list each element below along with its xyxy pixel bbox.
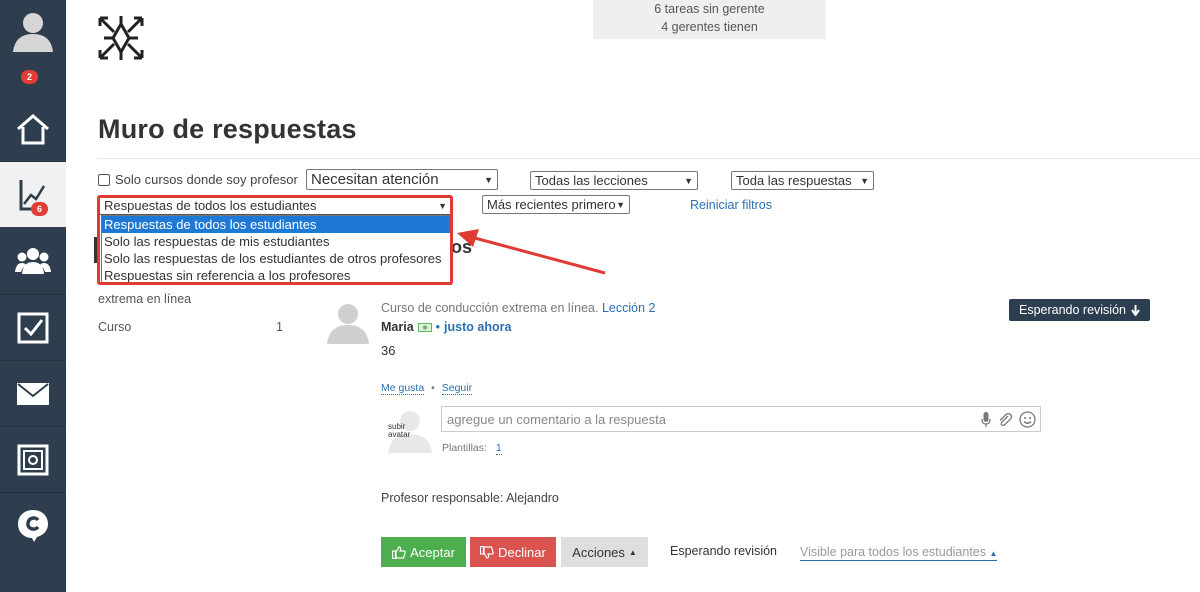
sidebar-item-profile[interactable] [0,0,66,60]
caret-up-icon: ▲ [989,549,998,558]
order-select[interactable]: Más recientes primero ▼ [482,195,630,214]
course-count: 1 [276,320,283,334]
only-my-courses-checkbox[interactable] [98,173,110,186]
students-select[interactable]: Respuestas de todos los estudiantes ▼ [99,196,452,215]
dropdown-option[interactable]: Solo las respuestas de los estudiantes d… [102,250,451,267]
follow-link[interactable]: Seguir [441,382,473,395]
stats-badge: 6 [31,202,49,216]
only-my-courses-filter[interactable]: Solo cursos donde soy profesor [98,172,298,187]
checkbox-icon [17,312,49,343]
section-marker [94,237,100,263]
chat-c-icon [18,509,48,542]
responses-select[interactable]: Toda las respuestas ▼ [731,171,874,190]
templates-label: Plantillas: [442,442,487,454]
sidebar-item-stats[interactable] [0,162,66,227]
manager-stats: 6 tareas sin gerente 4 gerentes tienen [593,0,826,39]
home-icon [17,114,49,145]
arrow-down-icon [1131,304,1140,316]
visibility-selector[interactable]: Visible para todos los estudiantes ▲ [800,545,998,561]
chevron-down-icon: ▼ [616,199,625,210]
safe-icon [17,444,49,475]
logo-icon [98,16,144,60]
users-group-icon [15,247,51,274]
visibility-label: Visible para todos los estudiantes [800,545,986,559]
chevron-down-icon: ▼ [438,200,447,211]
post-time-link[interactable]: justo ahora [444,320,511,334]
course-label: Curso [98,320,132,334]
accept-label: Aceptar [410,544,455,560]
money-icon [417,322,432,332]
sidebar-item-home[interactable] [0,97,66,161]
lesson-link[interactable]: Lección 2 [602,301,656,315]
user-icon [327,304,369,344]
course-line: extrema en línea [98,292,192,306]
comment-input[interactable]: agregue un comentario a la respuesta [441,406,1041,432]
upload-avatar-label[interactable]: subir avatar [388,423,422,439]
user-icon [13,13,53,52]
reset-filters-link[interactable]: Reiniciar filtros [690,198,772,212]
comment-avatar[interactable]: subir avatar [385,407,435,453]
thumbs-up-icon [392,545,406,559]
chevron-down-icon: ▼ [684,175,693,186]
sidebar-item-users[interactable] [0,228,66,293]
actions-label: Acciones [572,544,625,560]
dropdown-option[interactable]: Solo las respuestas de mis estudiantes [102,233,451,250]
chevron-down-icon: ▼ [860,175,869,186]
comment-tools [981,411,1036,428]
post-social-actions: Me gusta • Seguir [381,382,473,395]
actions-button[interactable]: Acciones ▲ [561,537,648,567]
dropdown-option[interactable]: Respuestas de todos los estudiantes [102,216,451,233]
comment-placeholder: agregue un comentario a la respuesta [447,411,666,427]
post-author-line: Maria • justo ahora [381,320,512,334]
sidebar: 2 6 [0,0,66,592]
post-body: 36 [381,343,396,358]
sidebar-item-chat[interactable] [0,493,66,558]
thumbs-down-icon [480,545,494,559]
paperclip-icon[interactable] [997,412,1013,428]
sidebar-item-vault[interactable] [0,427,66,492]
emoji-icon[interactable] [1019,411,1036,428]
page-title: Muro de respuestas [98,114,357,144]
lessons-select[interactable]: Todas las lecciones ▼ [530,171,698,190]
sidebar-item-tasks[interactable] [0,295,66,360]
notification-badge: 2 [21,70,39,84]
decline-label: Declinar [498,544,546,560]
attention-select-value: Necesitan atención [311,171,439,188]
dropdown-option[interactable]: Respuestas sin referencia a los profesor… [102,267,451,284]
students-dropdown-list[interactable]: Respuestas de todos los estudiantes Solo… [101,215,452,285]
stats-line: 6 tareas sin gerente [654,2,765,16]
post-author[interactable]: Maria [381,320,414,334]
order-select-value: Más recientes primero [487,197,616,212]
caret-up-icon: ▲ [628,547,637,557]
responses-select-value: Toda las respuestas [736,173,852,188]
post-course: Curso de conducción extrema en línea. [381,301,599,315]
status-button[interactable]: Esperando revisión [1009,299,1150,321]
title-divider [98,158,1200,159]
only-my-courses-label: Solo cursos donde soy profesor [115,172,298,187]
post-course-line: Curso de conducción extrema en línea. Le… [381,301,656,315]
microphone-icon[interactable] [981,411,991,428]
review-status-text: Esperando revisión [670,544,778,558]
stats-line: 4 gerentes tienen [661,20,758,34]
attention-select[interactable]: Necesitan atención ▼ [306,169,498,190]
sidebar-item-messages[interactable] [0,361,66,426]
status-button-label: Esperando revisión [1018,303,1126,317]
decline-button[interactable]: Declinar [470,537,556,567]
accept-button[interactable]: Aceptar [381,537,466,567]
like-link[interactable]: Me gusta [381,382,425,395]
responsible-teacher: Profesor responsable: Alejandro [381,491,559,505]
templates-count-link[interactable]: 1 [495,442,502,455]
lessons-select-value: Todas las lecciones [535,173,648,188]
avatar[interactable] [326,300,370,349]
chevron-down-icon: ▼ [484,174,493,185]
app-logo[interactable] [96,14,146,67]
students-select-value: Respuestas de todos los estudiantes [104,198,317,213]
annotation-arrow [457,229,606,275]
templates-line: Plantillas: 1 [442,442,502,455]
mail-icon [17,382,49,405]
